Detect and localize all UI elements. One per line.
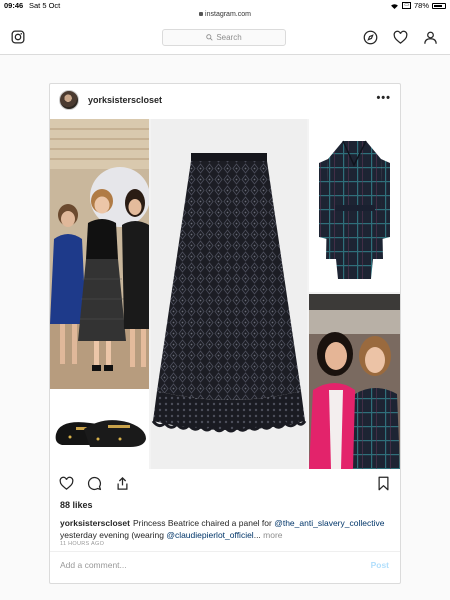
wifi-icon xyxy=(391,3,399,9)
photo-coat xyxy=(309,119,400,292)
photo-group-women-art xyxy=(50,119,149,389)
post-image[interactable] xyxy=(50,119,400,469)
status-time: 09:46 xyxy=(4,1,24,10)
more-options-icon[interactable]: ••• xyxy=(376,92,391,104)
caption-ellipsis: ... xyxy=(253,530,261,540)
nav-icons xyxy=(363,30,438,45)
photo-skirt-art xyxy=(151,119,307,469)
battery-percent: 78% xyxy=(413,1,429,10)
caption-text-1: Princess Beatrice chaired a panel for xyxy=(132,518,275,528)
photo-skirt xyxy=(151,119,307,469)
photo-loafers xyxy=(50,389,149,469)
photo-group-women xyxy=(50,119,149,389)
post-comment-button[interactable]: Post xyxy=(371,560,389,570)
lock-icon xyxy=(199,12,204,16)
bookmark-icon[interactable] xyxy=(376,476,391,491)
search-placeholder: Search xyxy=(216,33,242,42)
photo-coat-art xyxy=(309,119,400,292)
compass-icon[interactable] xyxy=(363,30,378,45)
caption-more-link[interactable]: more xyxy=(261,530,282,540)
heart-icon[interactable] xyxy=(393,30,408,45)
post-header: yorksisterscloset ••• xyxy=(50,84,400,119)
comment-icon[interactable] xyxy=(87,476,102,491)
url-bar[interactable]: instagram.com xyxy=(0,10,450,22)
post-actions-left xyxy=(59,476,391,491)
photo-two-women-art xyxy=(309,294,400,469)
caption-text-2: yesterday evening (wearing xyxy=(60,530,167,540)
battery-level xyxy=(434,4,442,7)
like-heart-icon[interactable] xyxy=(59,476,74,491)
battery-icon xyxy=(432,2,446,9)
caption-mention-1[interactable]: @the_anti_slavery_collective xyxy=(274,518,384,528)
photo-loafers-art xyxy=(50,389,149,469)
battery-label-icon: ▭ xyxy=(402,2,411,9)
search-icon xyxy=(206,34,213,41)
likes-count[interactable]: 88 likes xyxy=(60,500,93,510)
url-text-wrapper[interactable]: instagram.com xyxy=(0,11,450,18)
search-input[interactable]: Search xyxy=(162,29,286,46)
post-caption: yorksisterscloset Princess Beatrice chair… xyxy=(60,517,390,541)
status-date: Sat 5 Oct xyxy=(29,1,61,10)
photo-two-women xyxy=(309,294,400,469)
caption-username[interactable]: yorksisterscloset xyxy=(60,518,130,528)
post-timestamp[interactable]: 11 HOURS AGO xyxy=(60,541,104,547)
share-icon[interactable] xyxy=(115,476,130,491)
comment-input[interactable]: Add a comment... xyxy=(60,560,127,570)
person-icon[interactable] xyxy=(423,30,438,45)
status-right: ▭ 78% xyxy=(390,1,446,10)
avatar[interactable] xyxy=(59,90,79,110)
caption-mention-2[interactable]: @claudiepierlot_officiel xyxy=(166,530,253,540)
status-bar: 09:46 Sat 5 Oct ▭ 78% xyxy=(0,0,450,10)
comment-box: Add a comment... Post xyxy=(50,551,400,583)
url-text[interactable]: instagram.com xyxy=(205,11,251,18)
post-username[interactable]: yorksisterscloset xyxy=(88,95,162,105)
post-card: yorksisterscloset ••• 88 likes yorksiste… xyxy=(49,83,401,584)
instagram-header: Search xyxy=(0,22,450,55)
post-actions xyxy=(59,476,391,494)
instagram-logo-icon[interactable] xyxy=(11,30,25,44)
